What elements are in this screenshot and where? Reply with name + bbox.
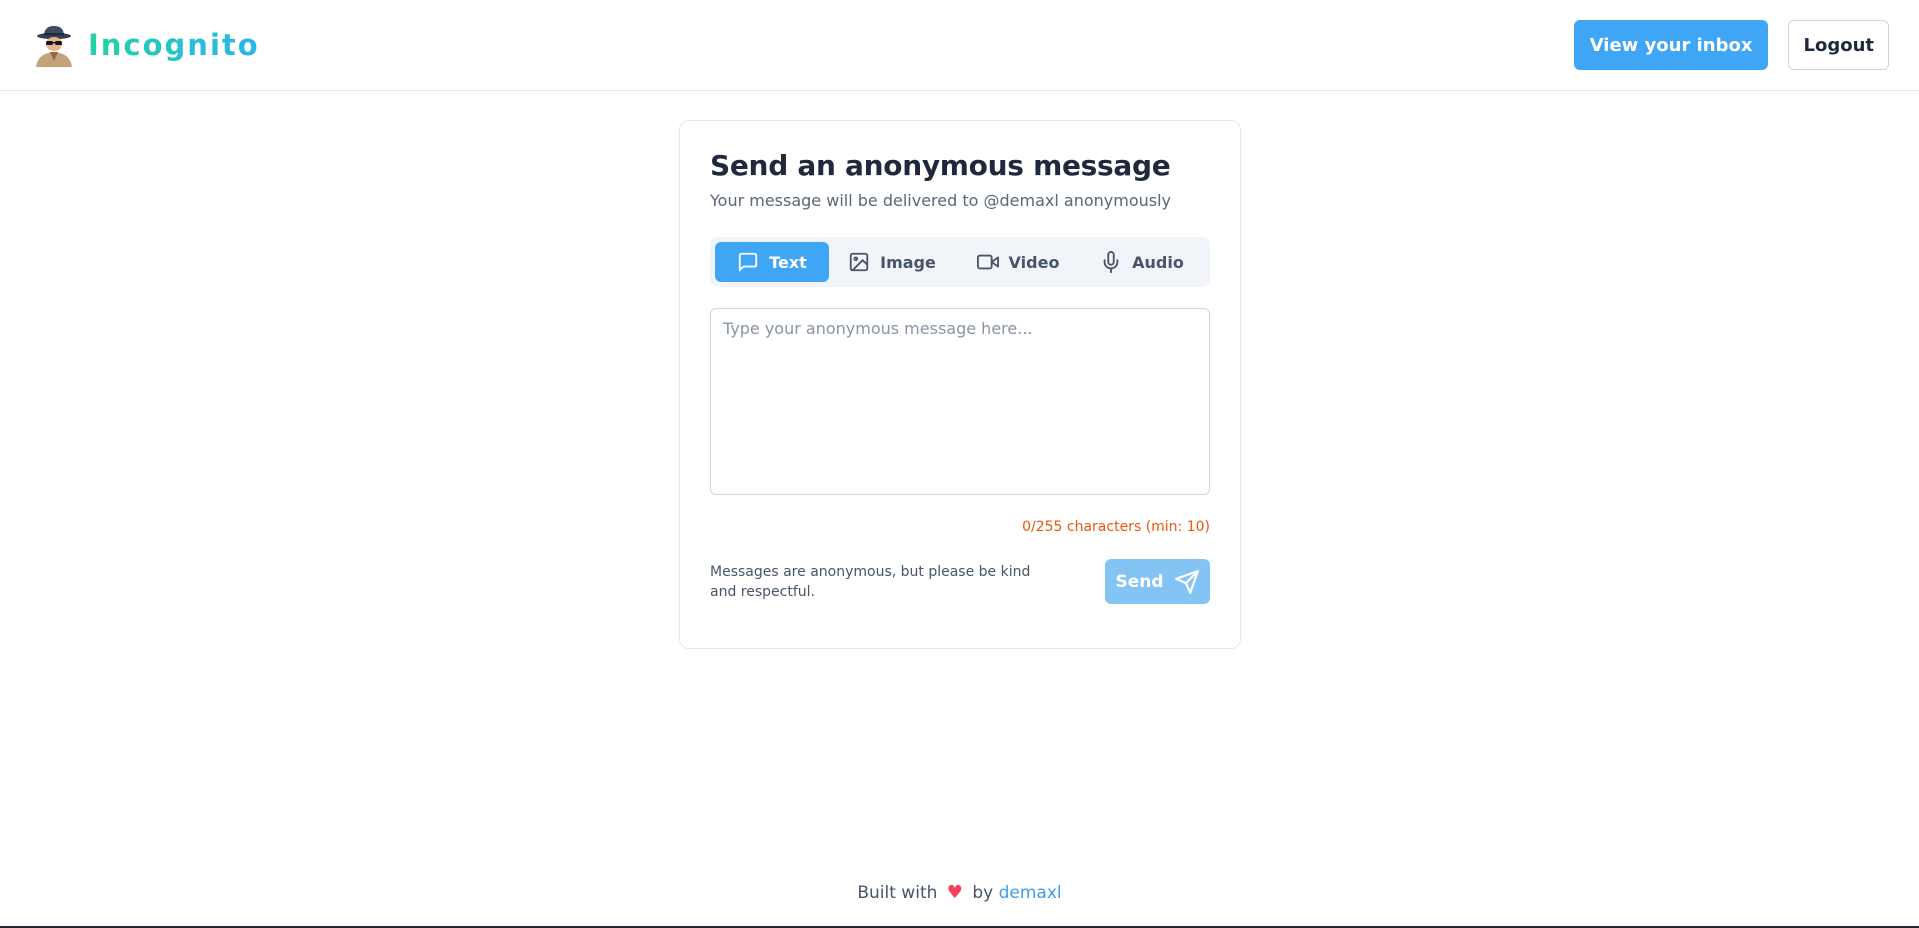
send-icon (1174, 569, 1199, 594)
message-input[interactable] (710, 308, 1210, 495)
tab-label: Video (1008, 252, 1060, 272)
built-with-text: Built with (857, 883, 938, 903)
tab-text[interactable]: Text (715, 242, 829, 282)
heart-icon: ♥ (946, 882, 963, 903)
send-button[interactable]: Send (1105, 559, 1210, 604)
tab-video[interactable]: Video (955, 242, 1081, 282)
send-button-label: Send (1115, 571, 1164, 592)
top-navbar: Incognito View your inbox Logout (0, 0, 1919, 91)
author-link[interactable]: demaxl (999, 883, 1062, 903)
tab-label: Audio (1132, 252, 1184, 272)
by-text: by (972, 883, 994, 903)
page-footer: Built with ♥ by demaxl (0, 882, 1919, 903)
page-subtitle: Your message will be delivered to @demax… (710, 191, 1171, 210)
brand-name: Incognito (88, 28, 260, 62)
tab-label: Text (769, 252, 807, 272)
character-counter: 0/255 characters (min: 10) (1022, 519, 1210, 535)
compose-footer: Messages are anonymous, but please be ki… (710, 559, 1210, 604)
message-square-icon (739, 252, 758, 272)
tab-image[interactable]: Image (829, 242, 955, 282)
spy-icon (36, 26, 72, 67)
mic-icon (1103, 251, 1119, 273)
kindness-note: Messages are anonymous, but please be ki… (710, 563, 1031, 600)
page-title: Send an anonymous message (710, 149, 1171, 182)
send-message-card: Send an anonymous message Your message w… (679, 120, 1241, 649)
tab-audio[interactable]: Audio (1081, 242, 1203, 282)
header-actions: View your inbox Logout (1573, 20, 1889, 70)
image-icon (849, 252, 869, 272)
video-icon (976, 254, 999, 270)
brand[interactable]: Incognito (32, 23, 260, 67)
view-inbox-button[interactable]: View your inbox (1573, 20, 1769, 70)
message-type-tabs: Text Image Video Audio (710, 237, 1210, 287)
tab-label: Image (880, 252, 936, 272)
logout-button[interactable]: Logout (1788, 20, 1889, 70)
